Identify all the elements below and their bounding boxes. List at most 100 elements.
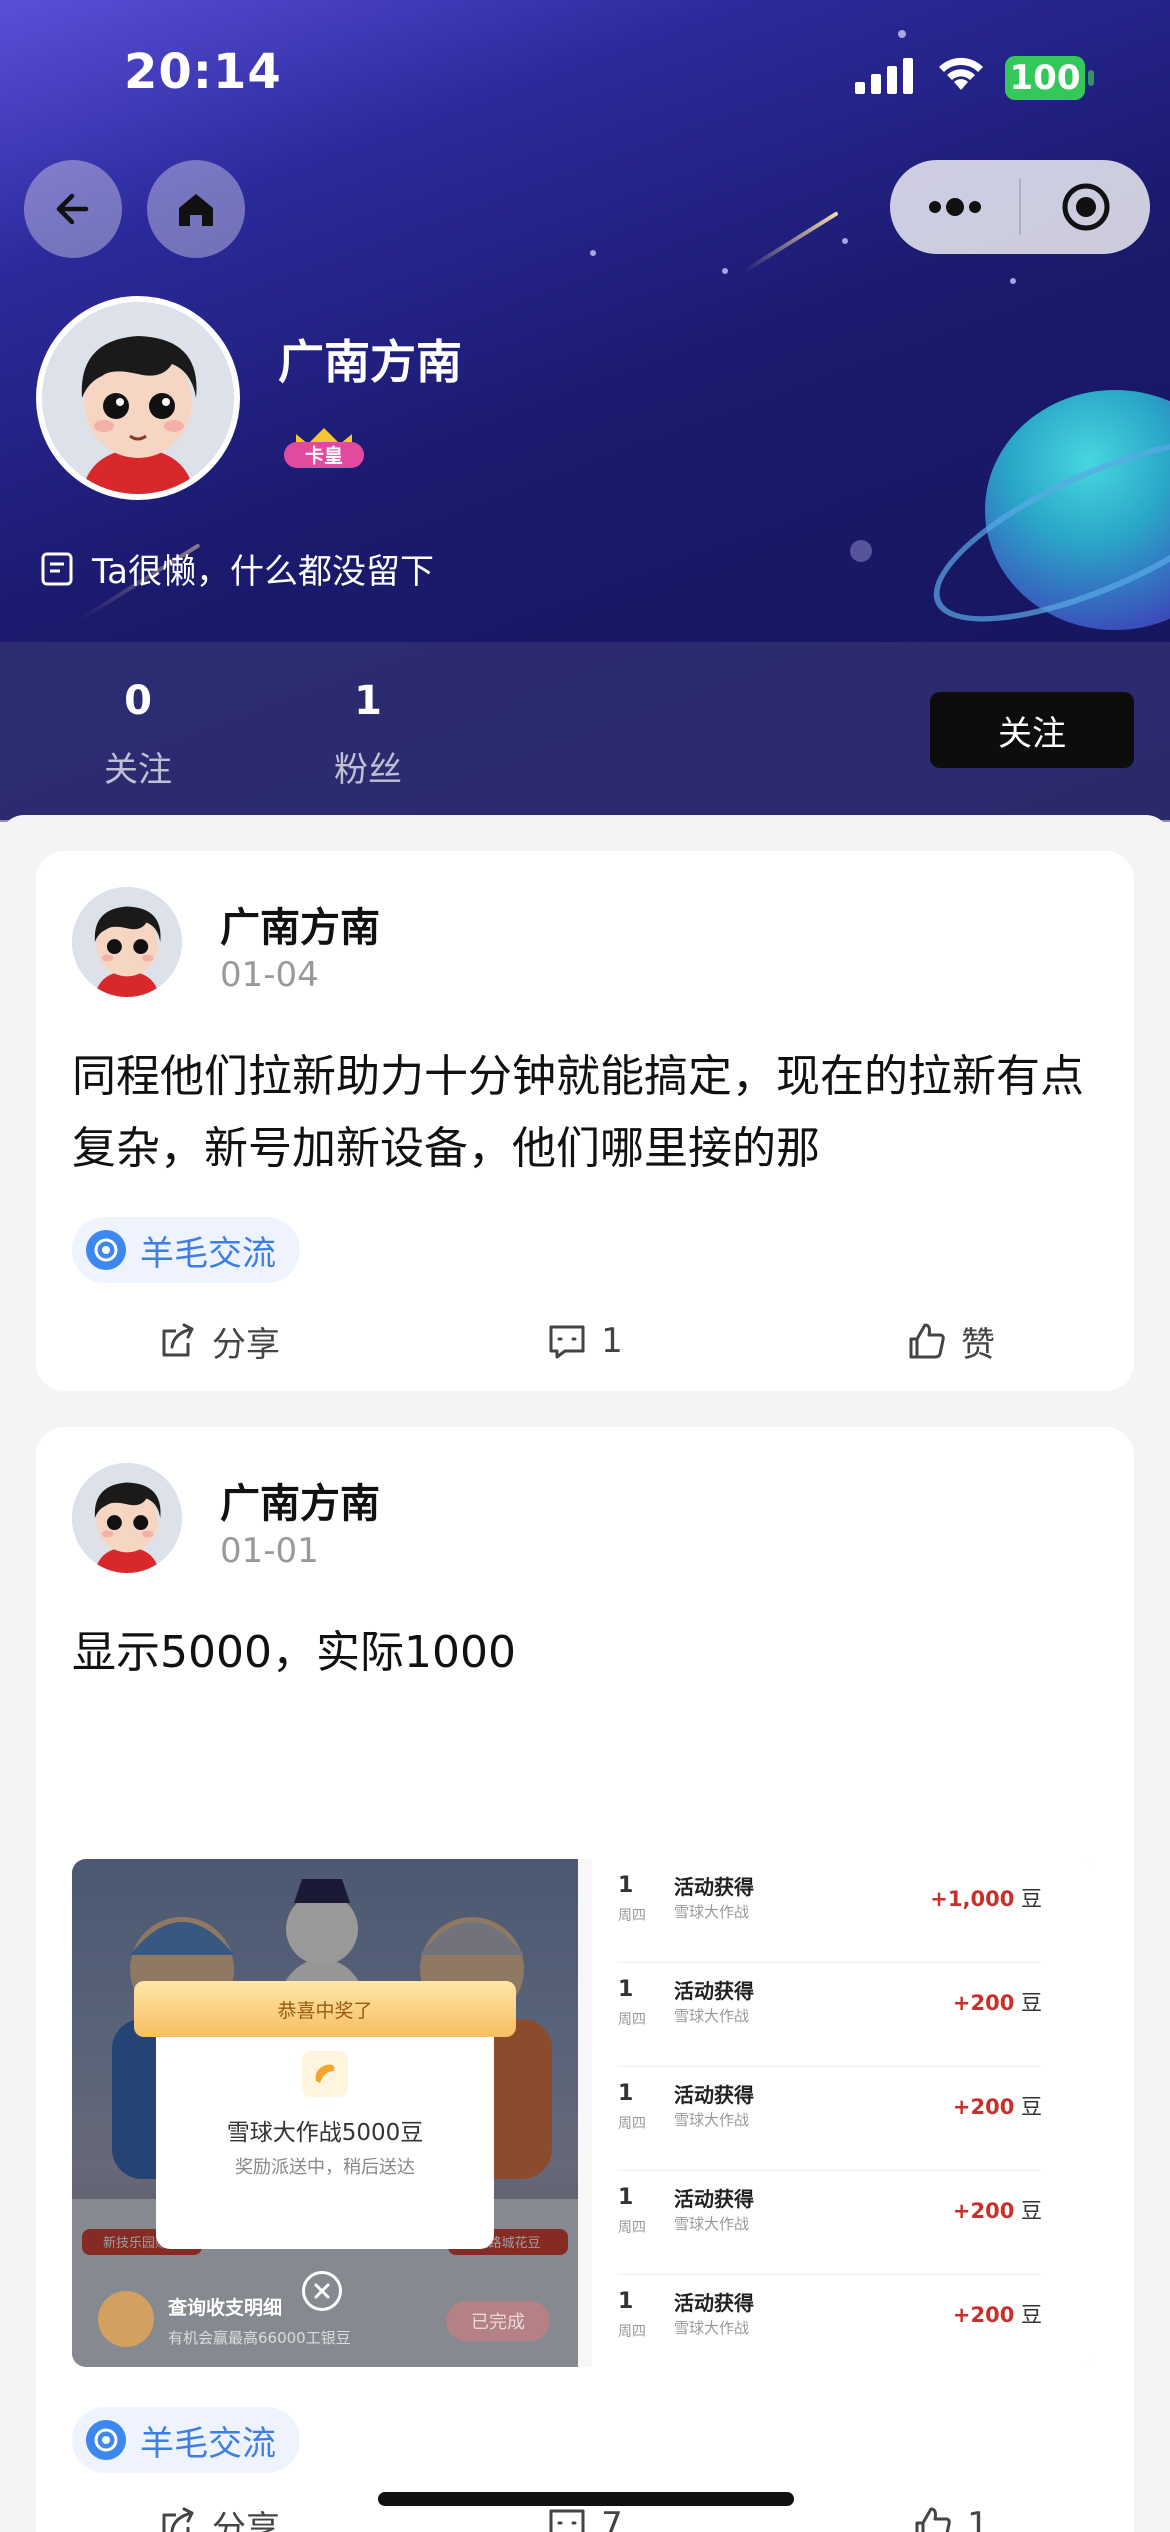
tx-source: 雪球大作战 xyxy=(674,2319,750,2337)
post-date: 01-04 xyxy=(220,955,319,995)
thumbs-up-icon xyxy=(909,1323,945,1359)
tx-day: 1 xyxy=(618,1873,634,1898)
share-button[interactable]: 分享 xyxy=(36,1311,402,1371)
target-circle-icon xyxy=(1062,183,1109,231)
tx-unit: 豆 xyxy=(1021,2095,1042,2119)
bio-text: Ta很懒，什么都没留下 xyxy=(92,552,434,592)
home-button[interactable] xyxy=(147,160,245,258)
post-feed: 广南方南 01-04 同程他们拉新助力十分钟就能搞定，现在的拉新有点复杂，新号加… xyxy=(0,815,1170,2532)
post-card[interactable]: 广南方南 01-01 显示5000，实际1000 新技乐园赚豆 铁路城花豆 雪球… xyxy=(36,1427,1134,2532)
completed-badge: 已完成 xyxy=(446,2301,550,2341)
tx-amount: +200 豆 xyxy=(953,2195,1042,2225)
star-decoration xyxy=(850,540,872,562)
close-miniprogram-button[interactable] xyxy=(1021,160,1150,254)
post-author-name[interactable]: 广南方南 xyxy=(220,895,380,953)
follow-button[interactable]: 关注 xyxy=(930,692,1134,768)
post-author-avatar[interactable] xyxy=(72,887,182,997)
following-label: 关注 xyxy=(104,750,172,790)
tx-title: 活动获得 xyxy=(674,2291,754,2315)
arrow-left-icon xyxy=(56,193,89,225)
following-stat[interactable]: 0 关注 xyxy=(58,678,218,791)
comment-count: 1 xyxy=(601,1321,623,1361)
star-decoration xyxy=(590,250,596,256)
wifi-icon xyxy=(939,57,983,90)
star-decoration xyxy=(898,30,906,38)
tx-amount: +200 豆 xyxy=(953,1987,1042,2017)
transaction-row: 1 周四 活动获得 雪球大作战 +200 豆 xyxy=(618,2171,1042,2275)
tx-day: 1 xyxy=(618,1977,634,2002)
like-count: 1 xyxy=(967,2505,989,2532)
comment-button[interactable]: 1 xyxy=(402,1311,768,1371)
followers-label: 粉丝 xyxy=(334,750,402,790)
balance-query-title: 查询收支明细 xyxy=(168,2297,283,2319)
crown-badge-icon: 卡皇 xyxy=(284,428,364,468)
comment-icon xyxy=(549,1325,585,1359)
transaction-row: 1 周四 活动获得 雪球大作战 +200 豆 xyxy=(618,1963,1042,2067)
popup-subtitle: 奖励派送中，稍后送达 xyxy=(235,2157,415,2178)
like-button[interactable]: 1 xyxy=(768,2495,1134,2532)
tx-source: 雪球大作战 xyxy=(674,2111,750,2129)
more-button[interactable] xyxy=(890,160,1019,254)
home-indicator[interactable] xyxy=(378,2492,794,2506)
tx-day: 1 xyxy=(618,2185,634,2210)
profile-bio: Ta很懒，什么都没留下 xyxy=(40,544,434,593)
tx-unit: 豆 xyxy=(1021,2199,1042,2223)
bean-icon xyxy=(302,2051,348,2097)
post-text[interactable]: 显示5000，实际1000 xyxy=(72,1617,1102,1689)
tx-source: 雪球大作战 xyxy=(674,1903,750,1921)
transaction-row: 1 周四 活动获得 雪球大作战 +200 豆 xyxy=(618,2275,1042,2367)
coin-icon xyxy=(98,2291,154,2347)
topic-tag-label: 羊毛交流 xyxy=(140,2423,276,2464)
post-actions: 分享 1 赞 xyxy=(36,1311,1134,1371)
tx-amount: +1,000 豆 xyxy=(930,1883,1042,1913)
tx-unit: 豆 xyxy=(1021,1991,1042,2015)
popup-ribbon: 恭喜中奖了 xyxy=(134,1981,516,2037)
tx-amount-value: +1,000 xyxy=(930,1887,1015,1911)
post-author-avatar[interactable] xyxy=(72,1463,182,1573)
balance-query-bar: 查询收支明细 有机会赢最高66000工银豆 已完成 xyxy=(72,2279,578,2367)
comment-count: 7 xyxy=(601,2505,623,2532)
share-button[interactable]: 分享 xyxy=(36,2495,402,2532)
profile-username: 广南方南 xyxy=(278,335,462,389)
tx-amount-value: +200 xyxy=(952,2303,1015,2327)
post-text[interactable]: 同程他们拉新助力十分钟就能搞定，现在的拉新有点复杂，新号加新设备，他们哪里接的那 xyxy=(72,1041,1102,1185)
post-image[interactable]: 新技乐园赚豆 铁路城花豆 雪球大作战5000豆 奖励派送中，稍后送达 恭喜中奖了 xyxy=(72,1859,1094,2367)
tx-weekday: 周四 xyxy=(618,2324,646,2340)
profile-stats-bar: 0 关注 1 粉丝 关注 xyxy=(0,642,1170,822)
like-label: 赞 xyxy=(961,1324,995,1365)
battery-indicator: 100 xyxy=(1005,56,1085,100)
post-card[interactable]: 广南方南 01-04 同程他们拉新助力十分钟就能搞定，现在的拉新有点复杂，新号加… xyxy=(36,851,1134,1391)
followers-stat[interactable]: 1 粉丝 xyxy=(288,678,448,791)
tx-day: 1 xyxy=(618,2081,634,2106)
tx-title: 活动获得 xyxy=(674,2083,754,2107)
target-icon xyxy=(86,2420,126,2460)
tx-source: 雪球大作战 xyxy=(674,2007,750,2025)
tx-title: 活动获得 xyxy=(674,2187,754,2211)
post-date: 01-01 xyxy=(220,1531,319,1571)
note-icon xyxy=(41,552,73,585)
tx-amount: +200 豆 xyxy=(953,2299,1042,2329)
popup-title: 雪球大作战5000豆 xyxy=(226,2120,424,2146)
topic-tag[interactable]: 羊毛交流 xyxy=(72,2407,300,2473)
level-badge: 卡皇 xyxy=(282,424,366,470)
share-icon xyxy=(162,2507,194,2532)
followers-count: 1 xyxy=(354,678,382,724)
tx-weekday: 周四 xyxy=(618,1908,646,1924)
cartoon-avatar-image xyxy=(72,887,182,997)
target-icon xyxy=(86,1230,126,1270)
tx-amount: +200 豆 xyxy=(953,2091,1042,2121)
share-label: 分享 xyxy=(212,2508,280,2532)
tx-day: 1 xyxy=(618,2289,634,2314)
avatar[interactable] xyxy=(36,296,240,500)
like-button[interactable]: 赞 xyxy=(768,1311,1134,1371)
post-author-name[interactable]: 广南方南 xyxy=(220,1471,380,1529)
tx-unit: 豆 xyxy=(1021,2303,1042,2327)
cartoon-avatar-image xyxy=(72,1463,182,1573)
balance-query-subtitle: 有机会赢最高66000工银豆 xyxy=(168,2329,351,2347)
star-decoration xyxy=(722,268,728,274)
tx-weekday: 周四 xyxy=(618,2116,646,2132)
tx-amount-value: +200 xyxy=(952,2199,1015,2223)
back-button[interactable] xyxy=(24,160,122,258)
topic-tag[interactable]: 羊毛交流 xyxy=(72,1217,300,1283)
tx-weekday: 周四 xyxy=(618,2012,646,2028)
